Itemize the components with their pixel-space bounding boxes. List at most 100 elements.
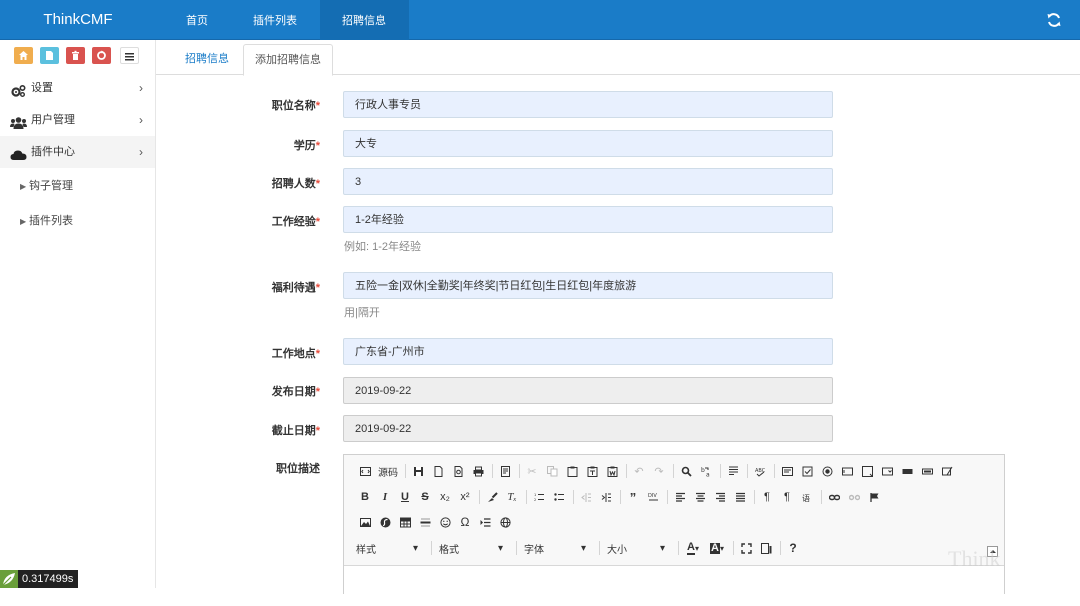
anchor-flag-icon[interactable] [865, 488, 883, 506]
text-color-icon[interactable]: A ▾ [682, 539, 704, 557]
maximize-icon[interactable] [737, 539, 755, 557]
new-page-icon[interactable] [429, 462, 447, 480]
position-name-input[interactable]: 行政人事专员 [343, 91, 833, 118]
sidebar-item-settings[interactable]: 设置 › [0, 72, 155, 104]
source-icon[interactable] [356, 462, 374, 480]
indent-icon[interactable] [597, 488, 615, 506]
editor-content-area[interactable] [344, 565, 1004, 606]
unlink-icon[interactable] [845, 488, 863, 506]
nav-plugin-list[interactable]: 插件列表 [231, 0, 320, 40]
text-direction-rtl-icon[interactable]: ¶ [778, 488, 796, 506]
remove-format-icon[interactable]: Tₓ [503, 488, 521, 506]
copy-format-icon[interactable] [483, 488, 501, 506]
top-navbar: ThinkCMF 首页 插件列表 招聘信息 [0, 0, 1080, 40]
strikethrough-icon[interactable]: S [416, 488, 434, 506]
hidden-field-icon[interactable] [938, 462, 956, 480]
form-icon[interactable] [778, 462, 796, 480]
sidebar-subitem-hooks[interactable]: ▶ 钩子管理 [0, 169, 155, 204]
source-button-label[interactable]: 源码 [378, 464, 398, 479]
sidebar-item-plugin-center[interactable]: 插件中心 › [0, 136, 155, 168]
nav-recruitment[interactable]: 招聘信息 [320, 0, 409, 40]
undo-icon[interactable]: ↶ [630, 462, 648, 480]
preview-icon[interactable] [449, 462, 467, 480]
replace-icon[interactable]: ba [697, 462, 715, 480]
superscript-icon[interactable]: x² [456, 488, 474, 506]
file-icon[interactable] [40, 47, 59, 64]
paste-word-icon[interactable] [603, 462, 621, 480]
image-button-icon[interactable] [918, 462, 936, 480]
paste-text-icon[interactable] [583, 462, 601, 480]
special-char-icon[interactable]: Ω [456, 513, 474, 531]
flash-icon[interactable] [376, 513, 394, 531]
outdent-icon[interactable] [577, 488, 595, 506]
background-color-icon[interactable]: A ▾ [706, 539, 728, 557]
subscript-icon[interactable]: x₂ [436, 488, 454, 506]
redo-icon[interactable]: ↷ [650, 462, 668, 480]
cut-icon[interactable]: ✂ [523, 462, 541, 480]
toolbar-separator [516, 541, 517, 555]
list-icon[interactable] [120, 47, 139, 64]
template-icon[interactable] [496, 462, 514, 480]
headcount-input[interactable]: 3 [343, 168, 833, 195]
find-icon[interactable] [677, 462, 695, 480]
save-icon[interactable] [409, 462, 427, 480]
home-icon[interactable] [14, 47, 33, 64]
horizontal-line-icon[interactable] [416, 513, 434, 531]
styles-combo[interactable]: 样式 ▾ [352, 540, 422, 556]
caret-right-icon: ▶ [20, 182, 27, 191]
select-icon[interactable] [878, 462, 896, 480]
language-icon[interactable]: 语 [798, 488, 816, 506]
align-right-icon[interactable] [711, 488, 729, 506]
italic-icon[interactable]: I [376, 488, 394, 506]
button-icon[interactable] [898, 462, 916, 480]
bulleted-list-icon[interactable] [550, 488, 568, 506]
iframe-globe-icon[interactable] [496, 513, 514, 531]
recycle-icon[interactable] [92, 47, 111, 64]
textfield-icon[interactable] [838, 462, 856, 480]
tab-recruitment-list[interactable]: 招聘信息 [170, 44, 244, 75]
deadline-input[interactable]: 2019-09-22 [343, 415, 833, 442]
align-center-icon[interactable] [691, 488, 709, 506]
bold-icon[interactable]: B [356, 488, 374, 506]
smiley-icon[interactable] [436, 513, 454, 531]
link-icon[interactable] [825, 488, 843, 506]
textarea-icon[interactable] [858, 462, 876, 480]
font-combo[interactable]: 字体 ▾ [520, 540, 590, 556]
spellcheck-icon[interactable]: ABC [751, 462, 769, 480]
numbered-list-icon[interactable]: 12 [530, 488, 548, 506]
benefits-input[interactable]: 五险一金|双休|全勤奖|年终奖|节日红包|生日红包|年度旅游 [343, 272, 833, 299]
brand-logo[interactable]: ThinkCMF [0, 0, 156, 40]
text-direction-ltr-icon[interactable]: ¶ [758, 488, 776, 506]
debug-timer[interactable]: 0.317499s [0, 570, 79, 588]
table-icon[interactable] [396, 513, 414, 531]
format-combo[interactable]: 格式 ▾ [435, 540, 507, 556]
trash-icon[interactable] [66, 47, 85, 64]
experience-input[interactable]: 1-2年经验 [343, 206, 833, 233]
field-label-deadline: 截止日期* [271, 425, 320, 437]
align-justify-icon[interactable] [731, 488, 749, 506]
education-input[interactable]: 大专 [343, 130, 833, 157]
publish-date-input[interactable]: 2019-09-22 [343, 377, 833, 404]
print-icon[interactable] [469, 462, 487, 480]
toolbar-separator [673, 464, 674, 478]
page-break-icon[interactable] [476, 513, 494, 531]
blockquote-icon[interactable]: ” [624, 488, 642, 506]
refresh-icon[interactable] [1046, 12, 1062, 28]
div-container-icon[interactable]: DIV [644, 488, 662, 506]
sidebar-item-users[interactable]: 用户管理 › [0, 104, 155, 136]
help-icon[interactable]: ? [784, 539, 802, 557]
sidebar-subitem-plugin-list[interactable]: ▶ 插件列表 [0, 204, 155, 239]
paste-icon[interactable] [563, 462, 581, 480]
size-combo[interactable]: 大小 ▾ [603, 540, 669, 556]
location-input[interactable]: 广东省-广州市 [343, 338, 833, 365]
tab-add-recruitment[interactable]: 添加招聘信息 [243, 44, 333, 76]
show-blocks-icon[interactable] [757, 539, 775, 557]
underline-icon[interactable]: U [396, 488, 414, 506]
select-all-icon[interactable] [724, 462, 742, 480]
image-icon[interactable] [356, 513, 374, 531]
nav-home[interactable]: 首页 [164, 0, 231, 40]
checkbox-icon[interactable] [798, 462, 816, 480]
align-left-icon[interactable] [671, 488, 689, 506]
copy-icon[interactable] [543, 462, 561, 480]
radio-icon[interactable] [818, 462, 836, 480]
